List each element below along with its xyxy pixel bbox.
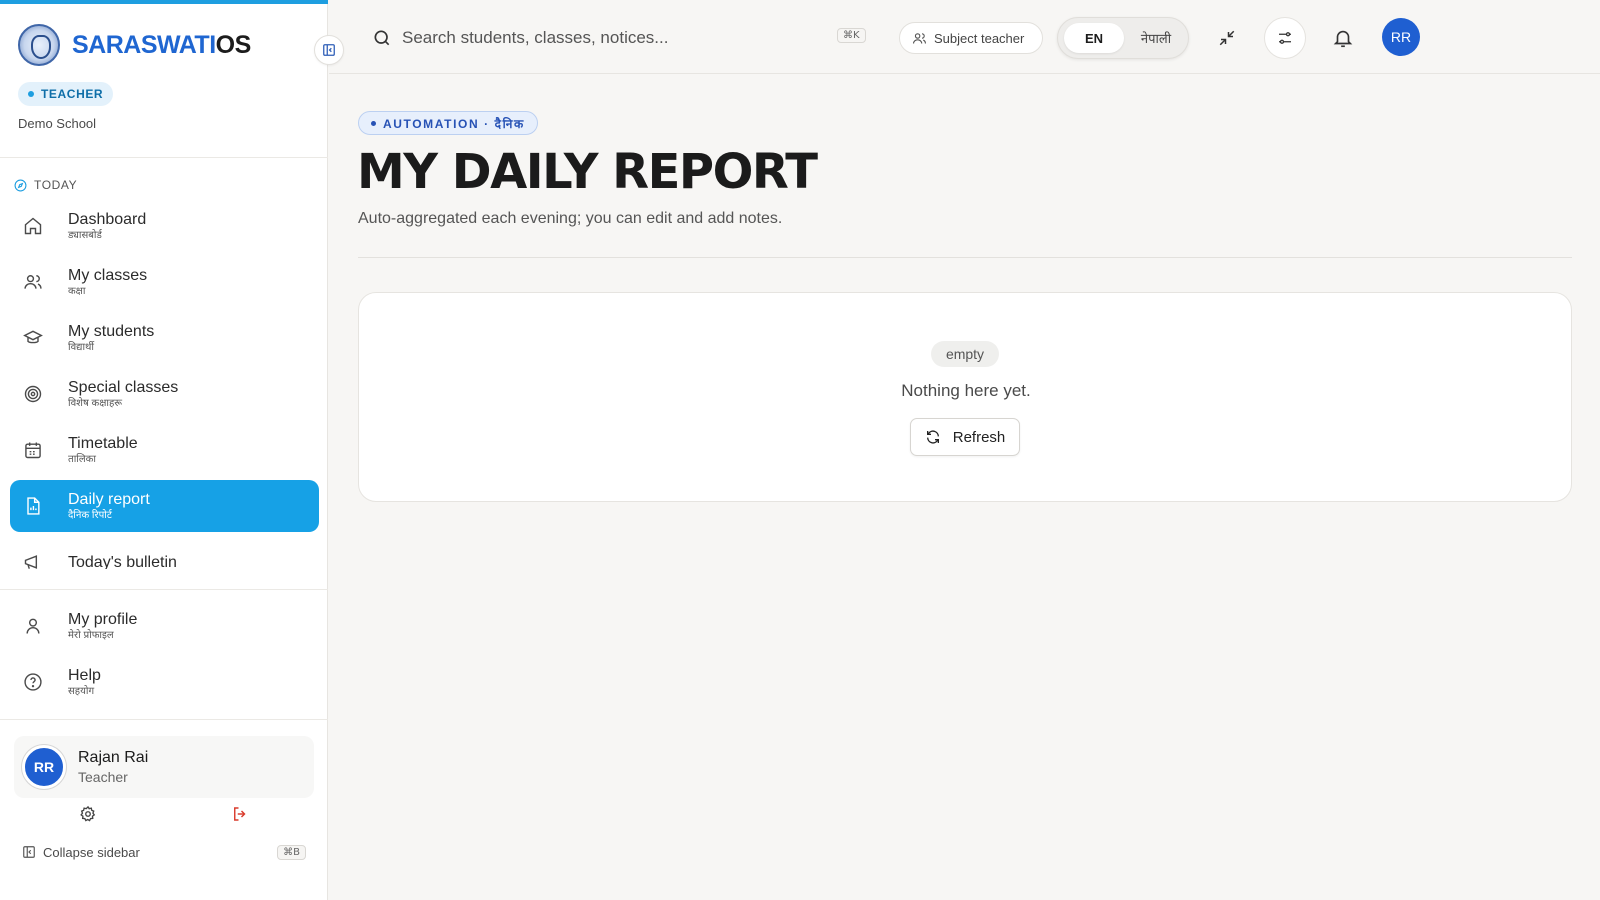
sidebar-item-label: Dashboard: [68, 211, 147, 228]
sidebar-item-label: My profile: [68, 611, 138, 628]
avatar[interactable]: RR: [1382, 18, 1420, 56]
shortcut-badge: ⌘B: [277, 844, 306, 860]
refresh-label: Refresh: [952, 428, 1006, 446]
sidebar-item-todays-bulletin[interactable]: Today's bulletin: [10, 536, 319, 569]
home-icon: [22, 215, 44, 237]
sidebar-item-sublabel: विद्यार्थी: [68, 342, 95, 353]
sidebar-item-my-classes[interactable]: My classes कक्षा: [10, 256, 319, 308]
page-title: MY DAILY REPORT: [357, 144, 818, 200]
role-badge: TEACHER: [18, 82, 114, 106]
settings-sliders-button[interactable]: [1264, 17, 1306, 59]
status-dot: [28, 91, 34, 97]
sidebar-item-help[interactable]: Help सहयोग: [10, 656, 319, 708]
sidebar: SARASWATIOS TEACHER Demo School TODAY Da…: [0, 0, 328, 900]
school-name: Demo School: [18, 116, 97, 131]
brand[interactable]: SARASWATIOS: [18, 24, 251, 66]
sidebar-item-daily-report[interactable]: Daily report दैनिक रिपोर्ट: [10, 480, 319, 532]
megaphone-icon: [22, 551, 44, 569]
sidebar-item-label: My classes: [68, 267, 148, 284]
eyebrow-label: AUTOMATION · दैनिक: [383, 116, 525, 131]
user-name: Rajan Rai: [78, 749, 149, 766]
brand-name-secondary: OS: [215, 30, 252, 59]
divider: [0, 719, 328, 720]
role-selector[interactable]: Subject teacher: [899, 22, 1043, 54]
divider: [358, 257, 1572, 258]
calendar-icon: [22, 439, 44, 461]
sidebar-item-sublabel: सहयोग: [68, 686, 95, 697]
lang-en-button[interactable]: EN: [1064, 23, 1124, 53]
user-card[interactable]: RR Rajan Rai Teacher: [14, 736, 314, 798]
bell-icon: [1333, 30, 1353, 48]
sidebar-item-sublabel: दैनिक रिपोर्ट: [68, 510, 112, 521]
sidebar-item-sublabel: ड्यासबोर्ड: [68, 230, 102, 241]
divider: [0, 157, 328, 158]
page-subtitle: Auto-aggregated each evening; you can ed…: [358, 210, 783, 227]
collapse-sidebar-button[interactable]: Collapse sidebar ⌘B: [22, 842, 306, 862]
sidebar-item-label: My students: [68, 323, 155, 340]
user-role: Teacher: [78, 769, 128, 785]
sidebar-collapse-icon: [323, 44, 335, 56]
user-icon: [22, 615, 44, 637]
notifications-button[interactable]: [1322, 17, 1364, 59]
sidebar-item-sublabel: विशेष कक्षाहरू: [68, 398, 123, 409]
fullscreen-exit-button[interactable]: [1206, 17, 1248, 59]
gear-icon[interactable]: [78, 804, 98, 824]
help-icon: [22, 671, 44, 693]
minimize-icon: [1219, 30, 1235, 46]
nav-list: Dashboard ड्यासबोर्ड My classes कक्षा My s…: [0, 190, 328, 569]
search-icon: [374, 30, 390, 46]
status-dot: [371, 120, 376, 126]
sidebar-collapse-icon: [23, 846, 35, 858]
sidebar-item-my-students[interactable]: My students विद्यार्थी: [10, 312, 319, 364]
users-icon: [22, 271, 44, 293]
brand-name-primary: SARASWATI: [72, 30, 216, 59]
role-selector-label: Subject teacher: [934, 30, 1025, 46]
sidebar-item-label: Special classes: [68, 379, 179, 396]
search-placeholder: Search students, classes, notices...: [402, 28, 669, 47]
refresh-icon: [926, 430, 939, 444]
user-actions: [0, 796, 328, 824]
top-accent-bar: [0, 0, 328, 4]
language-toggle: EN नेपाली: [1057, 17, 1189, 59]
empty-state-card: empty Nothing here yet. Refresh: [358, 292, 1572, 502]
sidebar-item-dashboard[interactable]: Dashboard ड्यासबोर्ड: [10, 200, 319, 252]
sidebar-item-sublabel: मेरो प्रोफाइल: [68, 630, 114, 641]
role-badge-label: TEACHER: [41, 87, 104, 101]
empty-badge: empty: [931, 341, 999, 367]
refresh-button[interactable]: Refresh: [910, 418, 1020, 456]
logo: [18, 24, 60, 66]
shortcut-badge: ⌘K: [837, 28, 866, 43]
logout-icon[interactable]: [230, 804, 250, 824]
page-eyebrow-badge: AUTOMATION · दैनिक: [358, 111, 538, 135]
avatar: RR: [22, 745, 66, 789]
lang-np-button[interactable]: नेपाली: [1128, 23, 1184, 53]
sidebar-item-special-classes[interactable]: Special classes विशेष कक्षाहरू: [10, 368, 319, 420]
target-icon: [22, 383, 44, 405]
brand-name: SARASWATIOS: [72, 31, 251, 60]
users-icon: [913, 32, 926, 44]
sidebar-item-label: Help: [68, 667, 101, 684]
graduation-cap-icon: [22, 327, 44, 349]
sidebar-item-label: Daily report: [68, 491, 150, 508]
divider: [0, 589, 328, 590]
report-icon: [22, 495, 44, 517]
sliders-icon: [1279, 32, 1291, 44]
sidebar-item-sublabel: तालिका: [68, 454, 96, 465]
sidebar-item-label: Timetable: [68, 435, 138, 452]
sidebar-toggle-button[interactable]: [314, 35, 344, 65]
sidebar-item-sublabel: कक्षा: [68, 286, 86, 297]
empty-message: Nothing here yet.: [901, 381, 1031, 400]
collapse-sidebar-label: Collapse sidebar: [43, 844, 140, 860]
sidebar-item-my-profile[interactable]: My profile मेरो प्रोफाइल: [10, 600, 319, 652]
sidebar-item-label: Today's bulletin: [68, 553, 177, 570]
search-input[interactable]: Search students, classes, notices...: [372, 22, 872, 54]
sidebar-item-timetable[interactable]: Timetable तालिका: [10, 424, 319, 476]
